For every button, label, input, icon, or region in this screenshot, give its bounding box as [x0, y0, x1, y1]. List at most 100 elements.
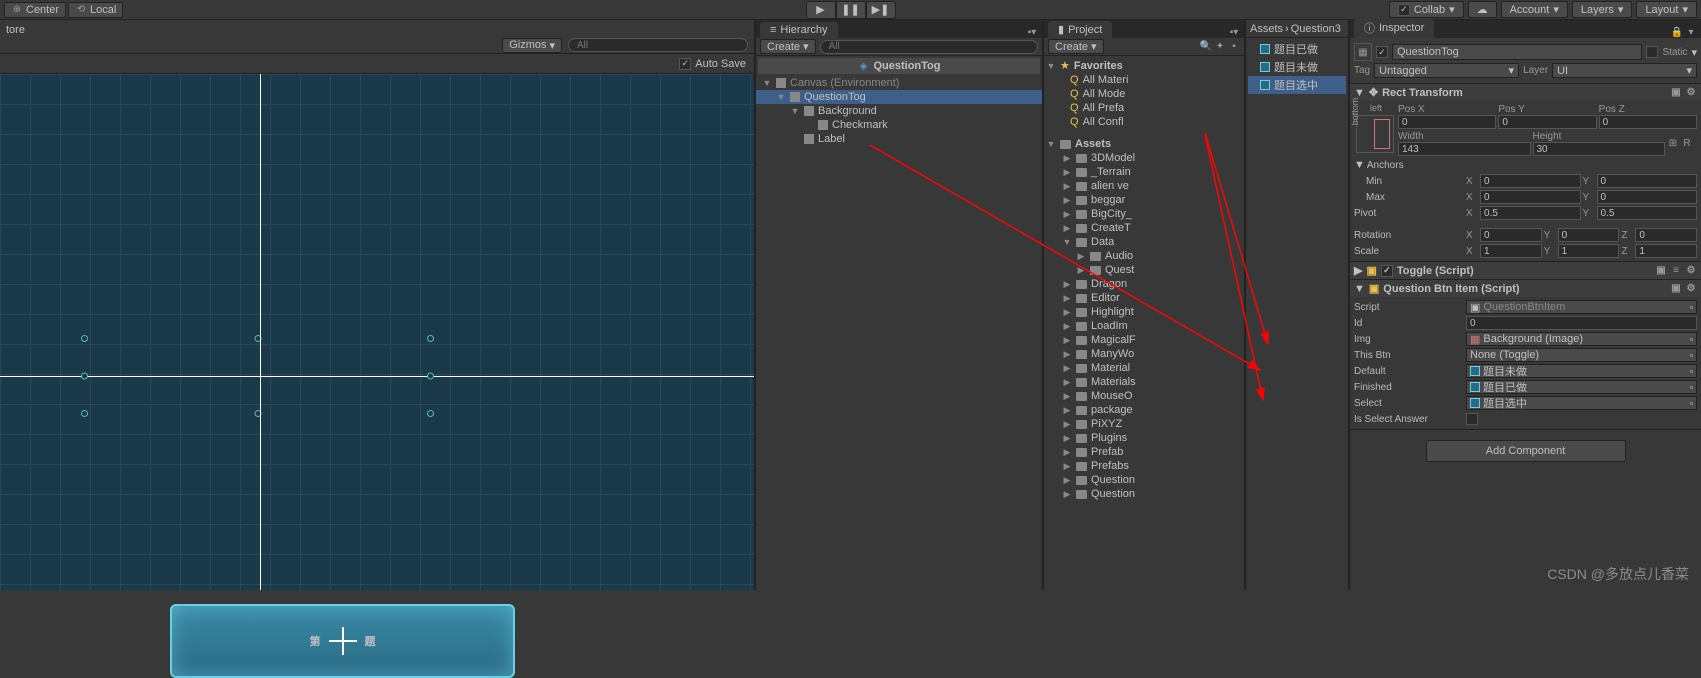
hierarchy-search-input[interactable] [820, 40, 1038, 54]
pivot-center-button[interactable]: ⊕Center [4, 2, 66, 18]
thisbtn-ref-field[interactable]: None (Toggle) [1466, 348, 1697, 362]
project-item[interactable]: ▶beggar [1046, 193, 1242, 207]
anchor-min-y-field[interactable]: 0 [1597, 174, 1698, 188]
step-button[interactable]: ▶❚ [866, 1, 896, 19]
asset-item[interactable]: 题目未做 [1248, 58, 1346, 76]
panel-options-icon[interactable]: ▾ [1685, 26, 1697, 38]
help-icon[interactable]: ▣ [1670, 283, 1682, 295]
save-icon[interactable]: ▪ [1228, 41, 1240, 53]
search-icon[interactable]: 🔍 [1200, 41, 1212, 53]
rot-y-field[interactable]: 0 [1558, 228, 1620, 242]
hierarchy-item[interactable]: Label [756, 132, 1042, 146]
scene-search-input[interactable] [568, 38, 748, 52]
project-item[interactable]: ▶MagicalF [1046, 333, 1242, 347]
qbi-component-header[interactable]: ▼ ▣ Question Btn Item (Script) ▣⚙ [1350, 280, 1701, 297]
hierarchy-scene-header[interactable]: ◈ QuestionTog [758, 58, 1040, 74]
project-item[interactable]: ▶alien ve [1046, 179, 1242, 193]
gameobject-icon[interactable]: ▦ [1354, 43, 1372, 61]
rect-transform-header[interactable]: ▼ ✥ Rect Transform ▣⚙ [1350, 84, 1701, 101]
expand-icon[interactable]: ▼ [1354, 159, 1365, 171]
hierarchy-item[interactable]: ▼QuestionTog [756, 90, 1042, 104]
project-item[interactable]: ▶Material [1046, 361, 1242, 375]
project-item[interactable]: ▼★Favorites [1046, 58, 1242, 73]
breadcrumb-item[interactable]: Assets [1250, 23, 1283, 35]
move-gizmo-icon[interactable] [329, 627, 357, 655]
scale-x-field[interactable]: 1 [1480, 244, 1542, 258]
blueprint-icon[interactable]: ⊞ [1667, 138, 1679, 150]
scale-z-field[interactable]: 1 [1635, 244, 1697, 258]
object-picker-icon[interactable] [1690, 370, 1693, 373]
gear-icon[interactable]: ⚙ [1685, 283, 1697, 295]
panel-options-icon[interactable]: ▪▾ [1026, 26, 1038, 38]
object-picker-icon[interactable] [1690, 386, 1693, 389]
project-item[interactable]: ▶BigCity_ [1046, 207, 1242, 221]
scene-view[interactable]: 第 题 [0, 74, 754, 590]
toggle-component-header[interactable]: ▶ ▣ ✓ Toggle (Script) ▣≡⚙ [1350, 262, 1701, 279]
scale-y-field[interactable]: 1 [1558, 244, 1620, 258]
hierarchy-item[interactable]: ▼Canvas (Environment) [756, 76, 1042, 90]
project-item[interactable]: ▶ManyWo [1046, 347, 1242, 361]
expand-icon[interactable]: ▼ [776, 92, 786, 102]
resize-handle[interactable] [254, 335, 261, 342]
project-item[interactable]: ▶CreateT [1046, 221, 1242, 235]
tag-dropdown[interactable]: Untagged▾ [1374, 63, 1519, 78]
posy-field[interactable]: 0 [1498, 115, 1596, 129]
static-checkbox[interactable] [1646, 46, 1658, 58]
project-item[interactable]: QAll Prefa [1046, 101, 1242, 115]
hierarchy-item[interactable]: Checkmark [756, 118, 1042, 132]
project-create-dropdown[interactable]: Create▾ [1048, 39, 1104, 54]
project-item[interactable]: ▼Assets [1046, 137, 1242, 151]
resize-handle[interactable] [81, 410, 88, 417]
help-icon[interactable]: ▣ [1655, 265, 1667, 277]
project-item[interactable]: ▶MouseO [1046, 389, 1242, 403]
object-picker-icon[interactable] [1690, 306, 1693, 309]
width-field[interactable]: 143 [1398, 142, 1531, 156]
gear-icon[interactable]: ⚙ [1685, 87, 1697, 99]
gameobject-name-field[interactable]: QuestionTog [1392, 44, 1642, 60]
pivot-y-field[interactable]: 0.5 [1597, 206, 1698, 220]
pause-button[interactable]: ❚❚ [836, 1, 866, 19]
resize-handle[interactable] [254, 410, 261, 417]
height-field[interactable]: 30 [1533, 142, 1666, 156]
pivot-x-field[interactable]: 0.5 [1480, 206, 1581, 220]
anchor-max-y-field[interactable]: 0 [1597, 190, 1698, 204]
select-ref-field[interactable]: 题目选中 [1466, 396, 1697, 410]
project-item[interactable]: ▶_Terrain [1046, 165, 1242, 179]
posx-field[interactable]: 0 [1398, 115, 1496, 129]
account-dropdown[interactable]: Account▾ [1501, 1, 1568, 18]
add-component-button[interactable]: Add Component [1426, 440, 1626, 462]
project-item[interactable]: ▶Prefabs [1046, 459, 1242, 473]
resize-handle[interactable] [427, 373, 434, 380]
project-item[interactable]: ▶Question [1046, 473, 1242, 487]
project-item[interactable]: ▶Materials [1046, 375, 1242, 389]
project-item[interactable]: ▶Plugins [1046, 431, 1242, 445]
project-item[interactable]: ▶Prefab [1046, 445, 1242, 459]
resize-handle[interactable] [427, 410, 434, 417]
project-item[interactable]: ▶Highlight [1046, 305, 1242, 319]
hierarchy-item[interactable]: ▼Background [756, 104, 1042, 118]
breadcrumb-item[interactable]: Question3 [1291, 23, 1341, 35]
asset-item[interactable]: 题目已做 [1248, 40, 1346, 58]
expand-icon[interactable]: ▼ [762, 78, 772, 88]
layout-dropdown[interactable]: Layout▾ [1636, 1, 1697, 18]
panel-options-icon[interactable]: ▪▾ [1228, 26, 1240, 38]
object-picker-icon[interactable] [1690, 402, 1693, 405]
anchor-preset-button[interactable]: bottom [1356, 115, 1394, 153]
layers-dropdown[interactable]: Layers▾ [1572, 1, 1633, 18]
project-item[interactable]: ▶package [1046, 403, 1242, 417]
rot-x-field[interactable]: 0 [1480, 228, 1542, 242]
filter-icon[interactable]: ✦ [1214, 41, 1226, 53]
active-checkbox[interactable]: ✓ [1376, 46, 1388, 58]
expand-icon[interactable]: ▼ [790, 106, 800, 116]
asset-item[interactable]: 题目选中 [1248, 76, 1346, 94]
project-item[interactable]: ▼Data [1046, 235, 1242, 249]
posz-field[interactable]: 0 [1599, 115, 1697, 129]
project-item[interactable] [1046, 129, 1242, 137]
project-item[interactable]: ▶3DModel [1046, 151, 1242, 165]
anchor-max-x-field[interactable]: 0 [1480, 190, 1581, 204]
toggle-enabled-checkbox[interactable]: ✓ [1381, 265, 1393, 277]
hierarchy-tab[interactable]: ≡Hierarchy [760, 22, 838, 38]
resize-handle[interactable] [81, 335, 88, 342]
project-item[interactable]: ▶Question [1046, 487, 1242, 501]
questiontog-gameobject[interactable]: 第 题 [170, 604, 515, 678]
